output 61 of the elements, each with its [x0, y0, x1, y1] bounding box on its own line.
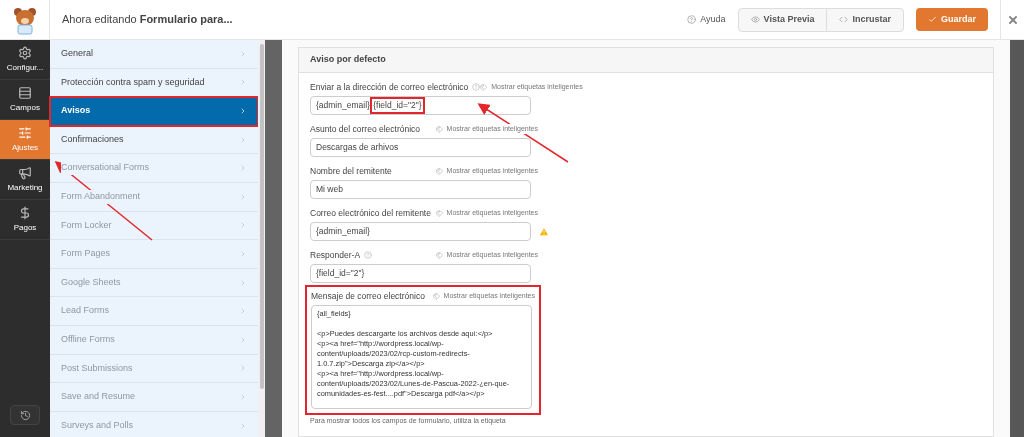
field-label: Enviar a la dirección de correo electrónico — [310, 80, 469, 94]
field-label: Mensaje de correo electrónico — [311, 289, 425, 303]
settings-menu-item[interactable]: Protección contra spam y seguridad — [50, 68, 258, 98]
input-field[interactable]: {admin_email},{field_id="2"} — [310, 96, 531, 115]
field-value: {field_id="2"} — [316, 267, 365, 280]
input-field[interactable]: {admin_email} — [310, 222, 531, 241]
preview-button[interactable]: Vista Previa — [738, 8, 827, 31]
field-label: Nombre del remitente — [310, 164, 392, 178]
help-button[interactable]: Ayuda — [687, 12, 726, 27]
input-field[interactable]: Descargas de arhivos — [310, 138, 531, 157]
chevron-icon — [239, 392, 247, 401]
fields-icon — [18, 85, 32, 100]
field-label: Correo electrónico del remitente — [310, 206, 431, 220]
chevron-icon — [239, 278, 247, 287]
chevron-icon — [239, 221, 247, 230]
chevron-icon — [239, 421, 247, 430]
chevron-icon — [239, 192, 247, 201]
payments-icon — [18, 205, 32, 220]
chevron-icon — [239, 107, 247, 115]
tag-icon — [480, 83, 488, 91]
chevron-icon — [239, 78, 247, 87]
check-icon — [928, 15, 937, 24]
field-label: Asunto del correo electrónico — [310, 122, 421, 136]
chevron-icon — [239, 364, 247, 373]
tag-icon — [435, 167, 443, 175]
embed-button[interactable]: Incrustar — [826, 8, 903, 31]
save-button[interactable]: Guardar — [916, 8, 988, 31]
settings-menu-item[interactable]: General — [50, 40, 258, 69]
card-title: Aviso por defecto — [310, 53, 386, 67]
tag-icon — [435, 251, 443, 259]
tag-icon — [435, 209, 443, 217]
field-value: {admin_email} — [316, 225, 370, 238]
chevron-icon — [239, 335, 247, 344]
chevron-icon — [239, 307, 247, 316]
field-value: Mi web — [316, 183, 343, 196]
field-value: {admin_email}, — [316, 99, 373, 112]
chevron-icon — [239, 49, 247, 58]
help-icon — [687, 15, 697, 24]
scrollbar-thumb[interactable] — [259, 44, 264, 389]
close-icon[interactable] — [1006, 13, 1019, 26]
input-field[interactable]: {field_id="2"} — [310, 264, 531, 283]
history-icon — [19, 409, 31, 421]
eye-icon — [750, 15, 760, 24]
gear-icon — [18, 45, 32, 60]
page-title: Ahora editando Formulario para... — [62, 12, 233, 28]
highlighted-value: {field_id="2"} — [372, 99, 423, 112]
code-icon — [839, 15, 849, 24]
revisions-button[interactable] — [10, 405, 40, 425]
tag-icon — [432, 292, 440, 300]
chevron-icon — [239, 135, 247, 144]
settings-menu-item[interactable]: Avisos — [50, 97, 258, 126]
chevron-icon — [239, 249, 247, 258]
chevron-icon — [239, 164, 247, 173]
marketing-icon — [18, 165, 32, 180]
settings-icon — [18, 125, 32, 140]
input-field[interactable]: Mi web — [310, 180, 531, 199]
sidebar-item[interactable]: Ajustes — [0, 120, 50, 160]
field-label: Responder-A — [310, 248, 361, 262]
field-value: Descargas de arhivos — [316, 141, 399, 154]
tag-icon — [435, 125, 443, 133]
settings-menu-item[interactable]: Confirmaciones — [50, 125, 258, 155]
